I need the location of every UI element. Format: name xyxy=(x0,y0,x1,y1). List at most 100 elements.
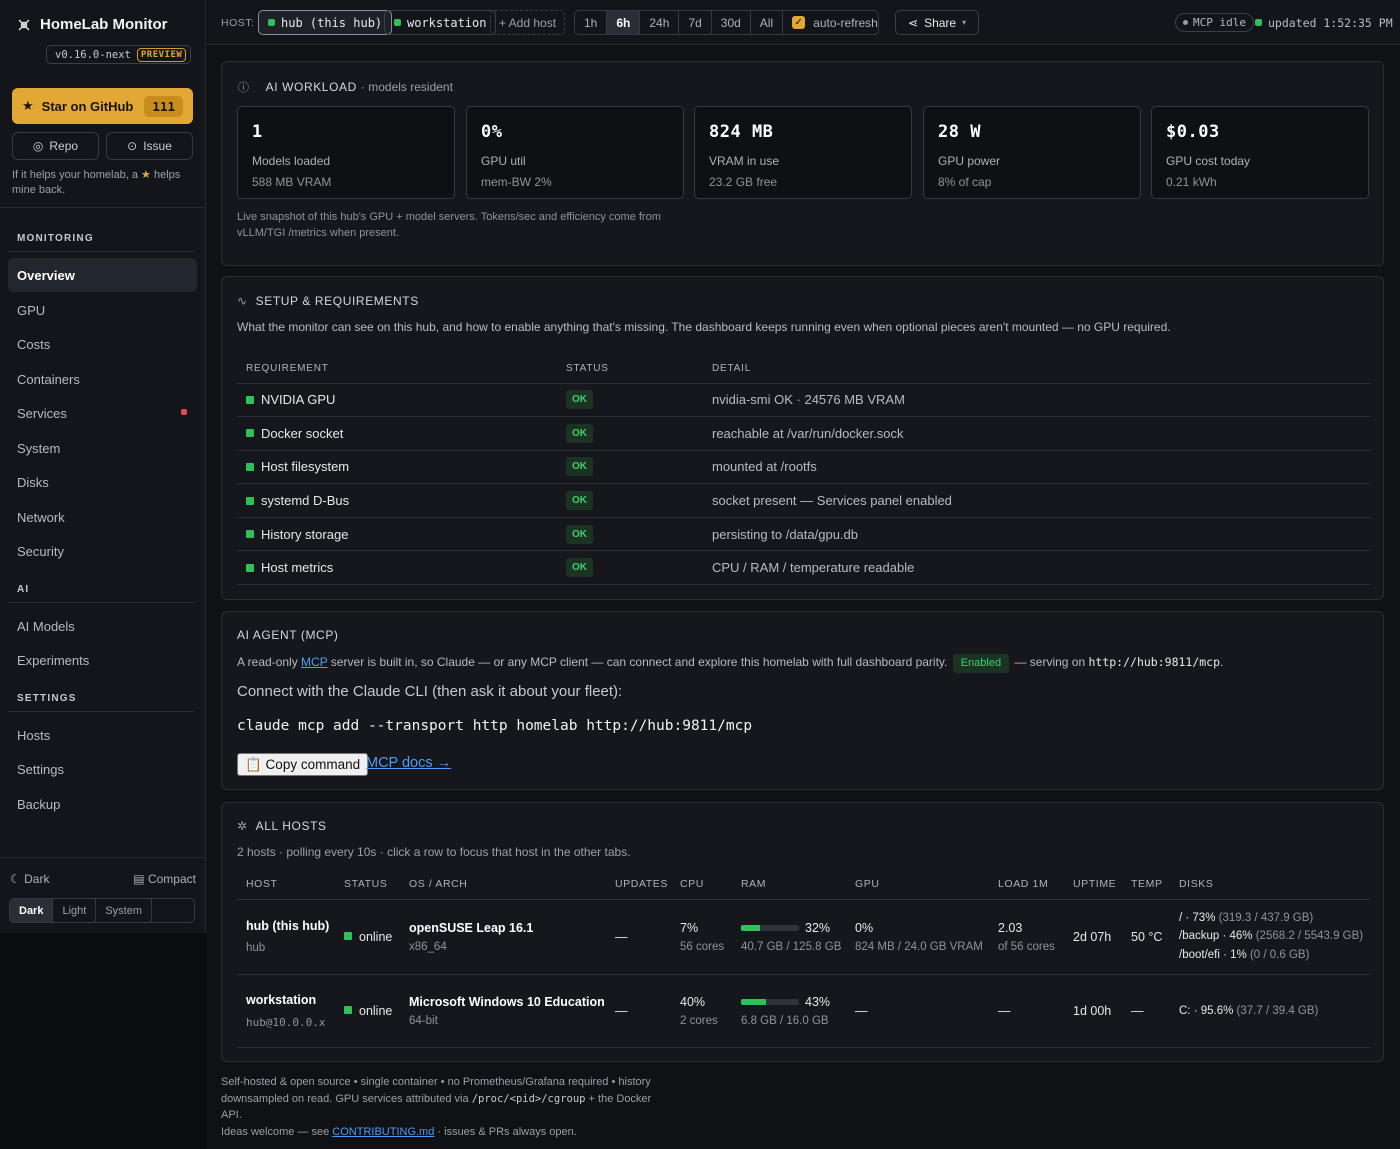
nav-hosts[interactable]: Hosts xyxy=(8,718,197,752)
stat-value: 28 W xyxy=(938,122,981,142)
theme-label: Dark xyxy=(24,872,50,886)
range-6h[interactable]: 6h xyxy=(607,11,641,34)
nav-label: Backup xyxy=(17,796,61,812)
nav-costs[interactable]: Costs xyxy=(8,327,197,361)
range-1h[interactable]: 1h xyxy=(575,11,608,34)
theme-light[interactable]: Light xyxy=(53,899,97,922)
nav-label: Hosts xyxy=(17,727,51,743)
stat-value: $0.03 xyxy=(1166,122,1220,142)
requirement-label: Docker socket xyxy=(261,425,344,441)
host-cell: workstation hub@10.0.0.x xyxy=(237,974,335,1048)
host-row-workstation[interactable]: workstation hub@10.0.0.x online Microsoft… xyxy=(237,974,1370,1048)
load-cell: 2.03 of 56 cores xyxy=(989,899,1064,975)
footer-code: /proc/<pid>/cgroup xyxy=(471,1092,586,1105)
nav-network[interactable]: Network xyxy=(8,500,197,534)
disk-mount: / · 73% xyxy=(1179,911,1216,924)
nav-containers[interactable]: Containers xyxy=(8,362,197,396)
cpu-value: 40% xyxy=(680,994,706,1009)
compact-label: Compact xyxy=(147,872,196,886)
host-chip-hub[interactable]: hub (this hub) xyxy=(258,10,393,35)
host-row-hub[interactable]: hub (this hub) hub online openSUSE Leap 1… xyxy=(237,899,1370,975)
topbar: HOST: hub (this hub) workstation + Add h… xyxy=(207,0,1400,45)
table-row[interactable]: NVIDIA GPU OK nvidia-smi OK · 24576 MB VRA… xyxy=(237,383,1370,418)
time-range-selector: 1h 6h 24h 7d 30d All ✓ auto-refresh xyxy=(574,10,879,35)
stat-label: GPU power xyxy=(938,154,1001,168)
col-load: LOAD 1M xyxy=(989,870,1064,900)
col-requirement: REQUIREMENT xyxy=(237,355,557,384)
status-cell: online xyxy=(335,899,400,975)
stat-gpu-cost: $0.03 GPU cost today 0.21 kWh xyxy=(1151,106,1369,199)
contributing-link[interactable]: CONTRIBUTING.md xyxy=(332,1126,434,1138)
col-gpu: GPU xyxy=(846,870,989,900)
ram-sub: 6.8 GB / 16.0 GB xyxy=(741,1014,829,1027)
issue-button[interactable]: ⊙ Issue xyxy=(106,132,193,160)
status-cell: OK xyxy=(557,450,703,485)
table-row[interactable]: systemd D-Bus OK socket present — Services… xyxy=(237,483,1370,518)
os-cell: openSUSE Leap 16.1 x86_64 xyxy=(400,899,606,975)
cpu-cell: 40% 2 cores xyxy=(671,974,732,1048)
star-on-github-button[interactable]: ★ Star on GitHub 111 xyxy=(12,88,193,124)
col-temp: TEMP xyxy=(1122,870,1170,900)
live-dot xyxy=(1255,19,1262,26)
host-chip-workstation[interactable]: workstation xyxy=(384,10,497,35)
range-all[interactable]: All xyxy=(751,11,784,34)
help-text-part: If it helps your homelab, a xyxy=(12,169,138,181)
range-24h[interactable]: 24h xyxy=(640,11,680,34)
col-detail: DETAIL xyxy=(703,355,1370,384)
status-cell: OK xyxy=(557,517,703,552)
repo-button[interactable]: ◎ Repo xyxy=(12,132,99,160)
mcp-docs-link[interactable]: MCP docs → xyxy=(366,755,451,771)
requirement-name: Host metrics xyxy=(237,550,557,586)
hosts-table: HOST STATUS OS / ARCH UPDATES CPU RAM GP… xyxy=(237,870,1370,1048)
table-row[interactable]: Host metrics OK CPU / RAM / temperature re… xyxy=(237,550,1370,586)
repo-label: Repo xyxy=(49,139,79,153)
ram-cell: 43% 6.8 GB / 16.0 GB xyxy=(732,974,846,1048)
nav-settings[interactable]: Settings xyxy=(8,752,197,786)
disk-entry: / · 73% (319.3 / 437.9 GB) xyxy=(1179,909,1370,928)
cpu-sub: 2 cores xyxy=(680,1014,718,1027)
stat-sub: mem-BW 2% xyxy=(481,175,552,189)
requirement-name: systemd D-Bus xyxy=(237,483,557,518)
theme-row: ☾ Dark ▤ Compact xyxy=(10,872,196,886)
nav-services[interactable]: Services xyxy=(8,396,197,430)
share-button[interactable]: ⋖ Share ▾ xyxy=(895,10,980,35)
brand[interactable]: HomeLab Monitor xyxy=(16,16,168,33)
range-7d[interactable]: 7d xyxy=(679,11,712,34)
theme-toggle[interactable]: ☾ Dark xyxy=(10,872,49,886)
table-row[interactable]: Host filesystem OK mounted at /rootfs xyxy=(237,450,1370,485)
divider xyxy=(8,602,194,603)
nav-disks[interactable]: Disks xyxy=(8,465,197,499)
nav-gpu[interactable]: GPU xyxy=(8,293,197,327)
nav-security[interactable]: Security xyxy=(8,534,197,568)
nav-backup[interactable]: Backup xyxy=(8,787,197,821)
uptime-cell: 1d 00h xyxy=(1064,974,1122,1048)
theme-dark[interactable]: Dark xyxy=(10,899,54,922)
ram-cell: 32% 40.7 GB / 125.8 GB xyxy=(732,899,846,975)
copy-command-button[interactable]: 📋 Copy command xyxy=(237,753,369,776)
updates-cell: — xyxy=(606,974,671,1048)
nav-overview[interactable]: Overview xyxy=(8,258,197,292)
range-30d[interactable]: 30d xyxy=(712,11,751,34)
preview-badge: PREVIEW xyxy=(136,47,187,62)
logo-icon xyxy=(16,17,32,33)
alert-dot xyxy=(181,409,187,415)
host-sub: hub@10.0.0.x xyxy=(246,1015,326,1029)
setup-description: What the monitor can see on this hub, an… xyxy=(237,320,1171,334)
nav-system[interactable]: System xyxy=(8,431,197,465)
col-os-arch: OS / ARCH xyxy=(400,870,606,900)
cpu-cell: 7% 56 cores xyxy=(671,899,732,975)
mcp-link[interactable]: MCP xyxy=(301,655,327,669)
online-dot xyxy=(394,19,401,26)
stat-sub: 588 MB VRAM xyxy=(252,175,332,189)
add-host-button[interactable]: + Add host xyxy=(490,10,566,35)
disks-cell: / · 73% (319.3 / 437.9 GB) /backup · 46%… xyxy=(1170,899,1370,975)
auto-refresh-toggle[interactable]: ✓ auto-refresh xyxy=(783,11,878,34)
ok-badge: OK xyxy=(566,423,593,443)
compact-toggle[interactable]: ▤ Compact xyxy=(133,872,196,886)
nav-ai-models[interactable]: AI Models xyxy=(8,609,197,643)
table-row[interactable]: History storage OK persisting to /data/gpu… xyxy=(237,517,1370,552)
table-row[interactable]: Docker socket OK reachable at /var/run/doc… xyxy=(237,416,1370,451)
stat-sub: 23.2 GB free xyxy=(709,175,778,189)
nav-experiments[interactable]: Experiments xyxy=(8,643,197,677)
theme-system[interactable]: System xyxy=(96,899,153,922)
